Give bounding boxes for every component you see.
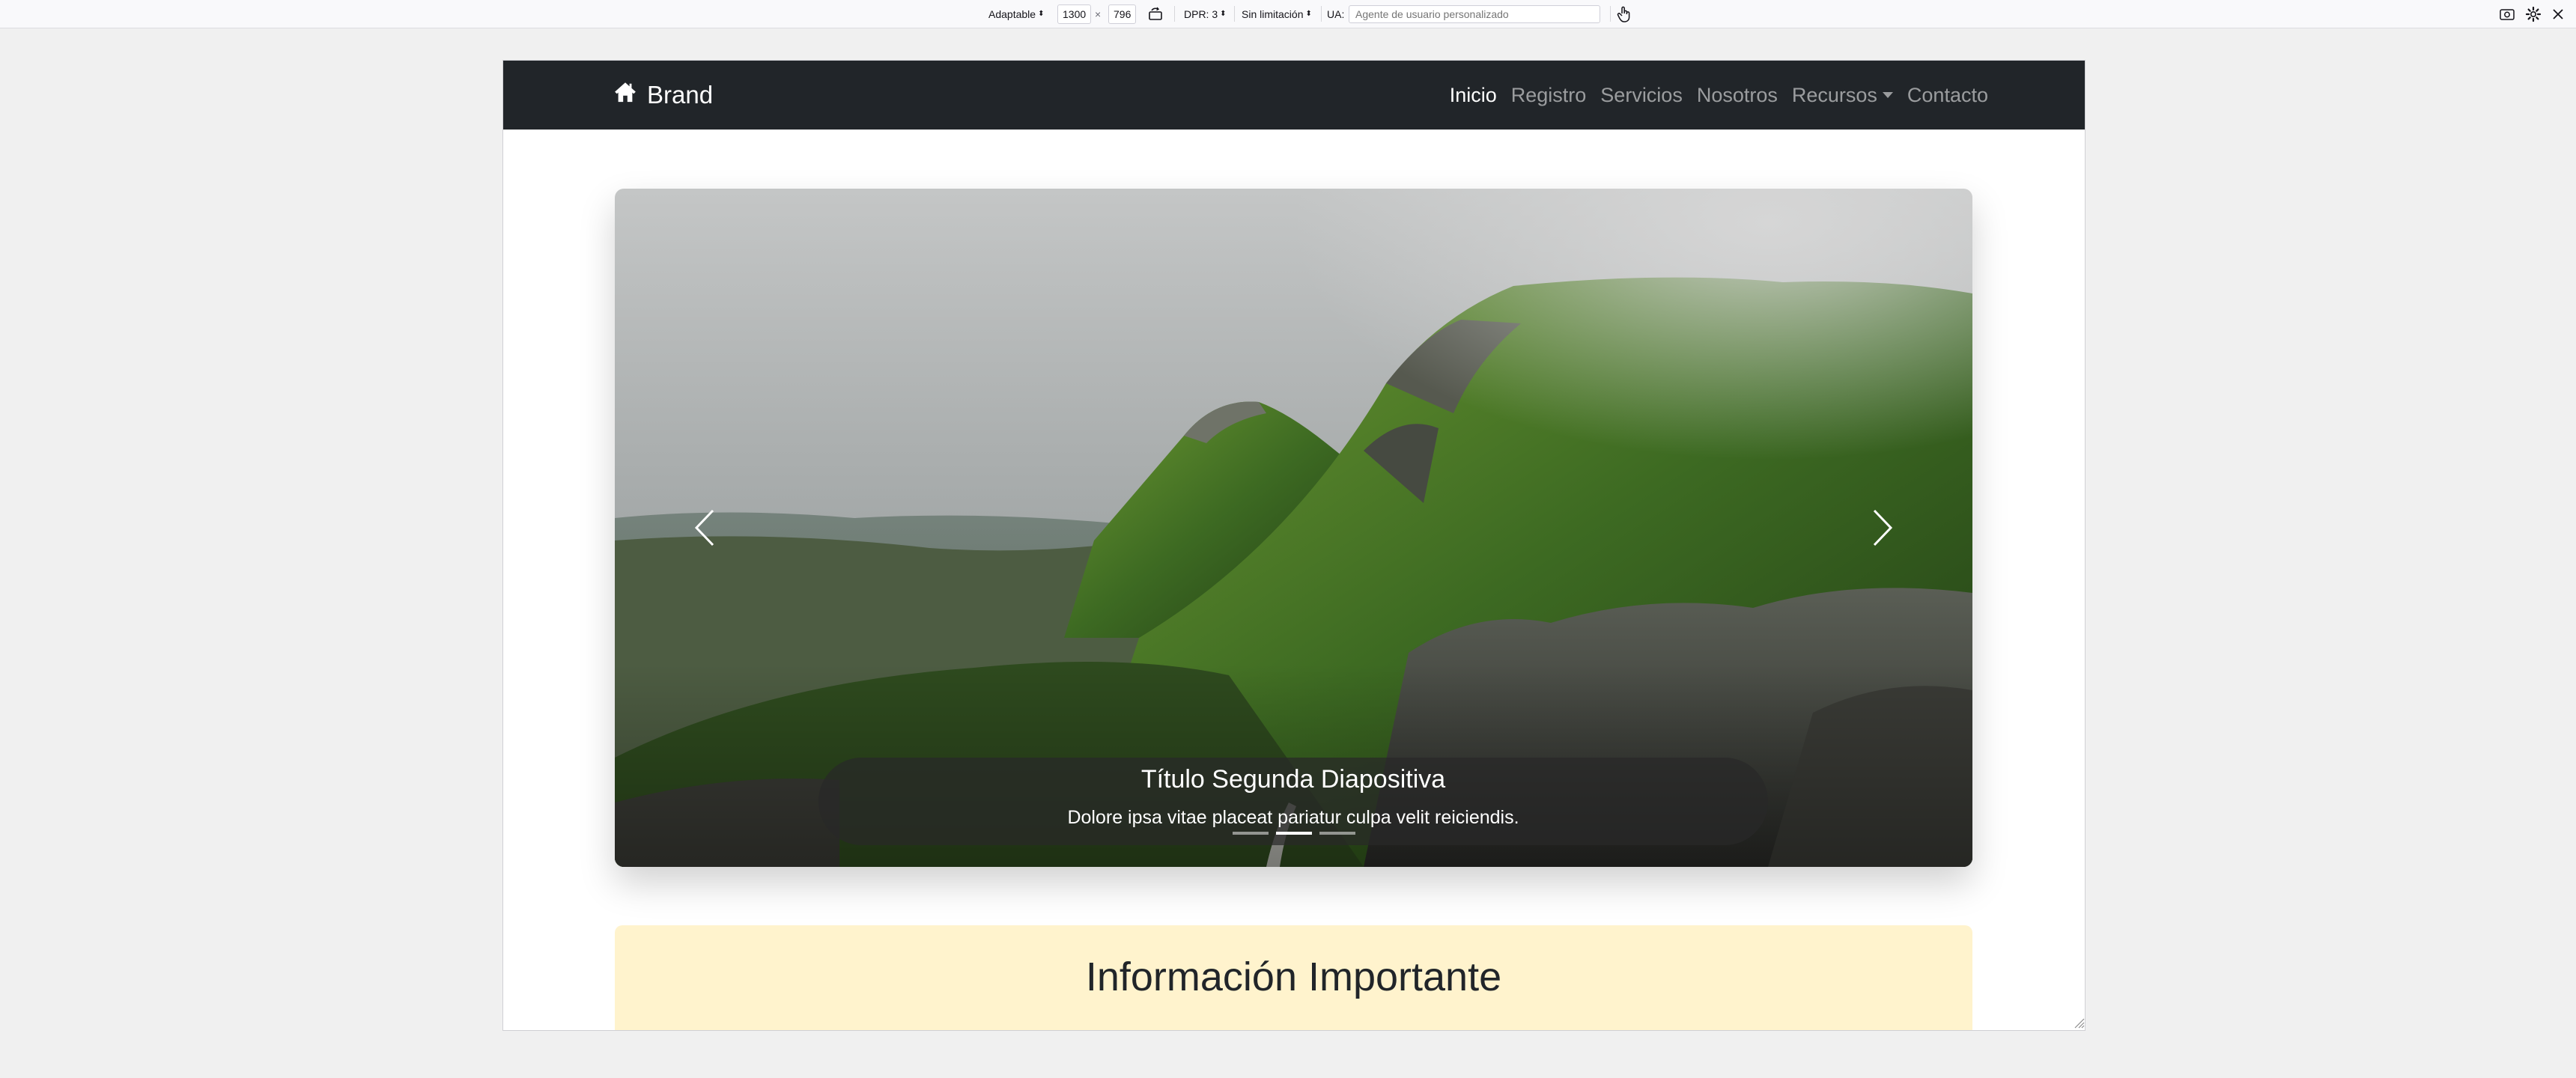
rotate-icon[interactable] — [1147, 0, 1164, 28]
nav-link-contacto[interactable]: Contacto — [1907, 84, 1988, 107]
dpr-selector[interactable]: DPR: 3 ⬍ — [1181, 0, 1230, 28]
carousel-indicator-3[interactable] — [1319, 832, 1355, 835]
throttle-selector[interactable]: Sin limitación ⬍ — [1239, 0, 1315, 28]
alert-heading: Información Importante — [1085, 954, 1502, 999]
navbar: Brand Inicio Registro Servicios Nosotros… — [503, 61, 2085, 130]
carousel: Título Segunda Diapositiva Dolore ipsa v… — [615, 189, 1972, 867]
updown-icon: ⬍ — [1220, 10, 1227, 18]
device-selector[interactable]: Adaptable ⬍ — [985, 0, 1047, 28]
nav-dropdown-recursos[interactable]: Recursos — [1792, 84, 1893, 107]
user-agent-input[interactable] — [1349, 4, 1600, 23]
nav-link-inicio[interactable]: Inicio — [1450, 84, 1497, 107]
important-info-alert: Información Importante — [615, 925, 1972, 1030]
nav-link-nosotros[interactable]: Nosotros — [1697, 84, 1778, 107]
nav-menu: Inicio Registro Servicios Nosotros Recur… — [1436, 61, 1988, 130]
dpr-selector-label: DPR: 3 — [1184, 7, 1218, 20]
screenshot-icon[interactable] — [2499, 0, 2515, 28]
nav-dropdown-label: Recursos — [1791, 83, 1877, 106]
updown-icon: ⬍ — [1038, 10, 1045, 18]
device-selector-label: Adaptable — [988, 7, 1036, 20]
viewport-height-input[interactable]: 796 — [1108, 4, 1137, 24]
responsive-viewport: Brand Inicio Registro Servicios Nosotros… — [503, 61, 2085, 1030]
carousel-indicator-1[interactable] — [1232, 832, 1269, 835]
settings-gear-icon[interactable] — [2525, 0, 2542, 28]
resize-grip-icon[interactable] — [2073, 1017, 2085, 1029]
chevron-right-icon — [1873, 509, 1893, 546]
nav-link-registro[interactable]: Registro — [1511, 84, 1587, 107]
chevron-left-icon — [694, 509, 714, 546]
dimension-separator: × — [1095, 7, 1102, 20]
carousel-caption-title: Título Segunda Diapositiva — [1140, 765, 1446, 794]
caret-down-icon — [1882, 92, 1893, 98]
carousel-next-button[interactable] — [1793, 189, 1972, 867]
viewport-width-input[interactable]: 1300 — [1057, 4, 1092, 24]
house-icon — [614, 81, 637, 109]
carousel-caption-text: Dolore ipsa vitae placeat pariatur culpa… — [1067, 807, 1519, 828]
touch-simulation-icon[interactable] — [1616, 0, 1632, 28]
throttle-selector-label: Sin limitación — [1242, 7, 1304, 20]
navbar-brand[interactable]: Brand — [614, 61, 713, 130]
carousel-indicators — [615, 832, 1972, 835]
updown-icon: ⬍ — [1305, 10, 1312, 18]
close-icon[interactable] — [2551, 0, 2566, 28]
brand-label: Brand — [647, 81, 714, 109]
ua-label: UA: — [1327, 7, 1345, 20]
carousel-indicator-2[interactable] — [1275, 832, 1312, 835]
carousel-prev-button[interactable] — [615, 189, 795, 867]
nav-link-servicios[interactable]: Servicios — [1600, 84, 1683, 107]
responsive-toolbar: Adaptable ⬍ 1300 × 796 DPR: 3 ⬍ Sin limi… — [0, 0, 2576, 28]
